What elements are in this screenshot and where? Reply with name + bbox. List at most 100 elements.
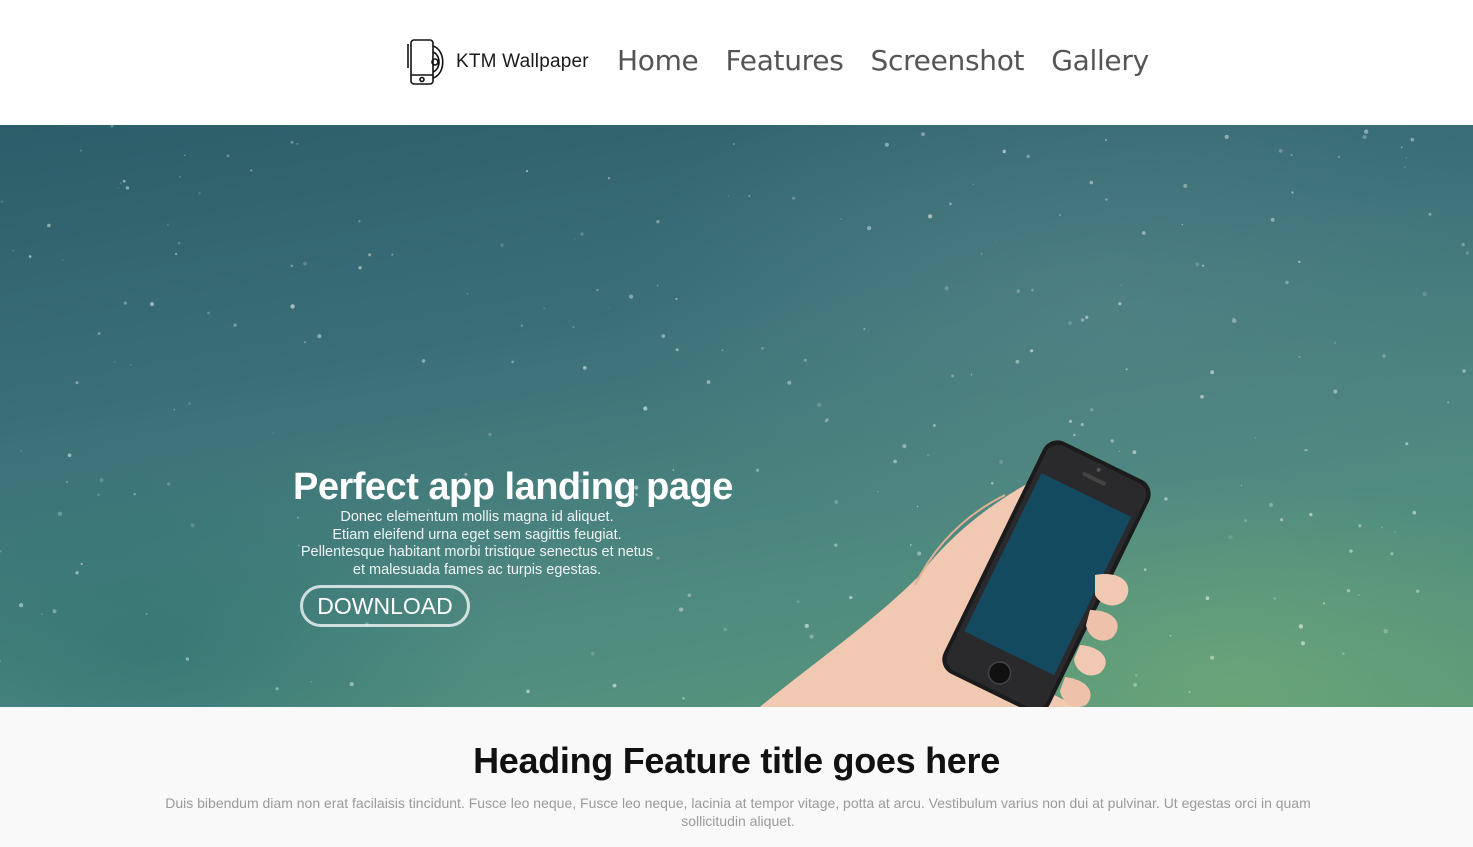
- star-dot: [580, 232, 584, 236]
- star-dot: [1322, 602, 1326, 605]
- star-dot: [1068, 419, 1073, 424]
- star-dot: [863, 327, 866, 331]
- star-dot: [1342, 652, 1345, 655]
- star-dot: [1273, 597, 1276, 600]
- star-dot: [1195, 262, 1200, 267]
- star-dot: [1305, 449, 1308, 452]
- star-dot: [661, 334, 666, 338]
- star-dot: [944, 286, 949, 291]
- nav-screenshot[interactable]: Screenshot: [871, 42, 1025, 80]
- star-dot: [1298, 355, 1301, 358]
- features-heading: Heading Feature title goes here: [473, 740, 1000, 781]
- star-dot: [233, 323, 237, 327]
- star-dot: [185, 657, 190, 661]
- star-dot: [12, 249, 14, 252]
- star-dot: [825, 418, 829, 422]
- star-dot: [840, 218, 843, 220]
- star-dot: [608, 307, 610, 309]
- star-dot: [304, 341, 306, 344]
- hand-holding-phone-image: [759, 440, 1151, 707]
- star-dot: [179, 176, 181, 178]
- star-dot: [1268, 502, 1274, 508]
- star-dot: [748, 195, 751, 198]
- star-dot: [1270, 217, 1275, 222]
- star-dot: [526, 689, 530, 694]
- star-dot: [1285, 280, 1289, 285]
- star-dot: [723, 627, 727, 632]
- star-dot: [995, 241, 997, 243]
- star-dot: [113, 360, 116, 363]
- star-dot: [1105, 198, 1108, 201]
- star-dot: [250, 169, 253, 172]
- nav-gallery[interactable]: Gallery: [1051, 42, 1149, 80]
- star-dot: [1205, 596, 1210, 601]
- star-dot: [803, 358, 807, 362]
- star-dot: [792, 196, 796, 200]
- star-dot: [787, 380, 792, 385]
- star-dot: [0, 200, 4, 203]
- star-dot: [207, 311, 210, 315]
- star-dot: [1298, 624, 1304, 629]
- star-dot: [1462, 369, 1466, 373]
- star-dot: [145, 612, 148, 616]
- star-dot: [1080, 318, 1085, 322]
- star-dot: [226, 154, 230, 158]
- star-dot: [590, 651, 595, 656]
- hero-section: Perfect app landing page Donec elementum…: [0, 125, 1473, 707]
- star-dot: [675, 297, 678, 300]
- star-dot: [1364, 129, 1369, 134]
- star-dot: [358, 266, 362, 270]
- star-dot: [349, 682, 354, 687]
- star-dot: [972, 183, 975, 186]
- star-dot: [275, 687, 279, 691]
- star-dot: [290, 140, 294, 144]
- star-dot: [1416, 589, 1420, 593]
- star-dot: [110, 125, 114, 128]
- star-dot: [1085, 315, 1089, 319]
- star-dot: [656, 284, 659, 287]
- star-dot: [980, 252, 983, 255]
- star-dot: [1428, 212, 1432, 216]
- logo[interactable]: KTM Wallpaper: [406, 38, 589, 86]
- download-button[interactable]: DOWNLOAD: [300, 585, 470, 627]
- star-dot: [1015, 359, 1020, 364]
- star-dot: [368, 253, 372, 257]
- star-dot: [1002, 149, 1006, 154]
- nav-home[interactable]: Home: [617, 42, 699, 80]
- star-dot: [682, 696, 685, 700]
- star-dot: [1068, 321, 1073, 325]
- star-dot: [28, 255, 32, 258]
- star-dot: [1333, 389, 1338, 394]
- star-dot: [1280, 518, 1283, 522]
- star-dot: [190, 523, 195, 528]
- hero-title: Perfect app landing page: [293, 466, 733, 508]
- star-dot: [1030, 349, 1034, 353]
- star-dot: [119, 182, 122, 184]
- star-dot: [1410, 137, 1415, 142]
- star-dot: [97, 493, 100, 497]
- star-dot: [1031, 288, 1034, 292]
- star-dot: [608, 177, 610, 180]
- star-dot: [1254, 437, 1256, 439]
- star-dot: [675, 348, 679, 352]
- star-dot: [125, 186, 130, 190]
- star-dot: [1120, 284, 1122, 286]
- star-dot: [1240, 484, 1243, 487]
- star-dot: [1412, 510, 1417, 515]
- star-dot: [949, 202, 952, 206]
- star-dot: [303, 261, 307, 266]
- star-dot: [582, 366, 587, 370]
- star-dot: [40, 613, 43, 616]
- star-dot: [629, 294, 634, 299]
- star-dot: [0, 550, 2, 553]
- star-dot: [1309, 512, 1313, 517]
- star-dot: [99, 478, 104, 483]
- star-dot: [1405, 157, 1408, 159]
- star-dot: [80, 150, 82, 152]
- star-dot: [1362, 134, 1367, 140]
- hero-line: et malesuada fames ac turpis egestas.: [352, 561, 602, 578]
- star-dot: [727, 195, 730, 197]
- star-dot: [174, 252, 178, 256]
- nav-features[interactable]: Features: [726, 42, 844, 80]
- star-dot: [130, 364, 132, 366]
